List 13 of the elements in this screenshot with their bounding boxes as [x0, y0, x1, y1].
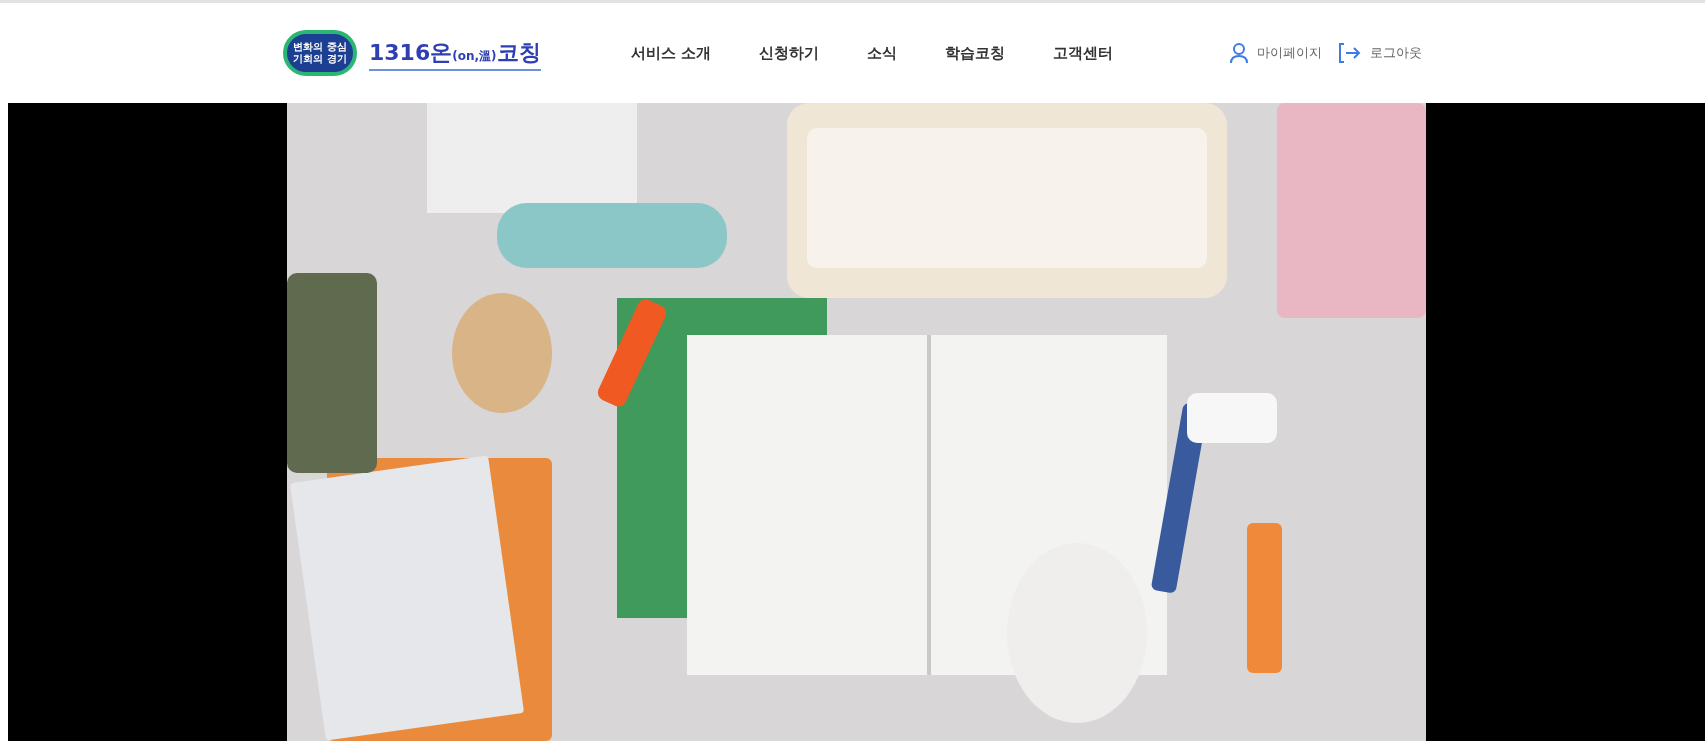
logout-link[interactable]: 로그아웃: [1338, 42, 1422, 64]
nav-link[interactable]: 신청하기: [759, 41, 820, 65]
nav-link[interactable]: 고객센터: [1053, 41, 1114, 65]
mypage-link[interactable]: 마이페이지: [1229, 42, 1322, 64]
user-icon: [1229, 42, 1249, 64]
nav-link[interactable]: 서비스 소개: [631, 41, 712, 65]
slogan-text: 변화의 중심: [293, 41, 347, 53]
nav-link[interactable]: 소식: [867, 41, 898, 65]
logo[interactable]: 변화의 중심 기회의 경기 1316온(on,溫)코칭: [283, 30, 613, 76]
slogan-text: 기회의 경기: [293, 53, 347, 65]
logo-title: 1316온(on,溫)코칭: [369, 35, 541, 71]
nav-link[interactable]: 학습코칭: [945, 41, 1006, 65]
logout-icon: [1338, 42, 1362, 64]
